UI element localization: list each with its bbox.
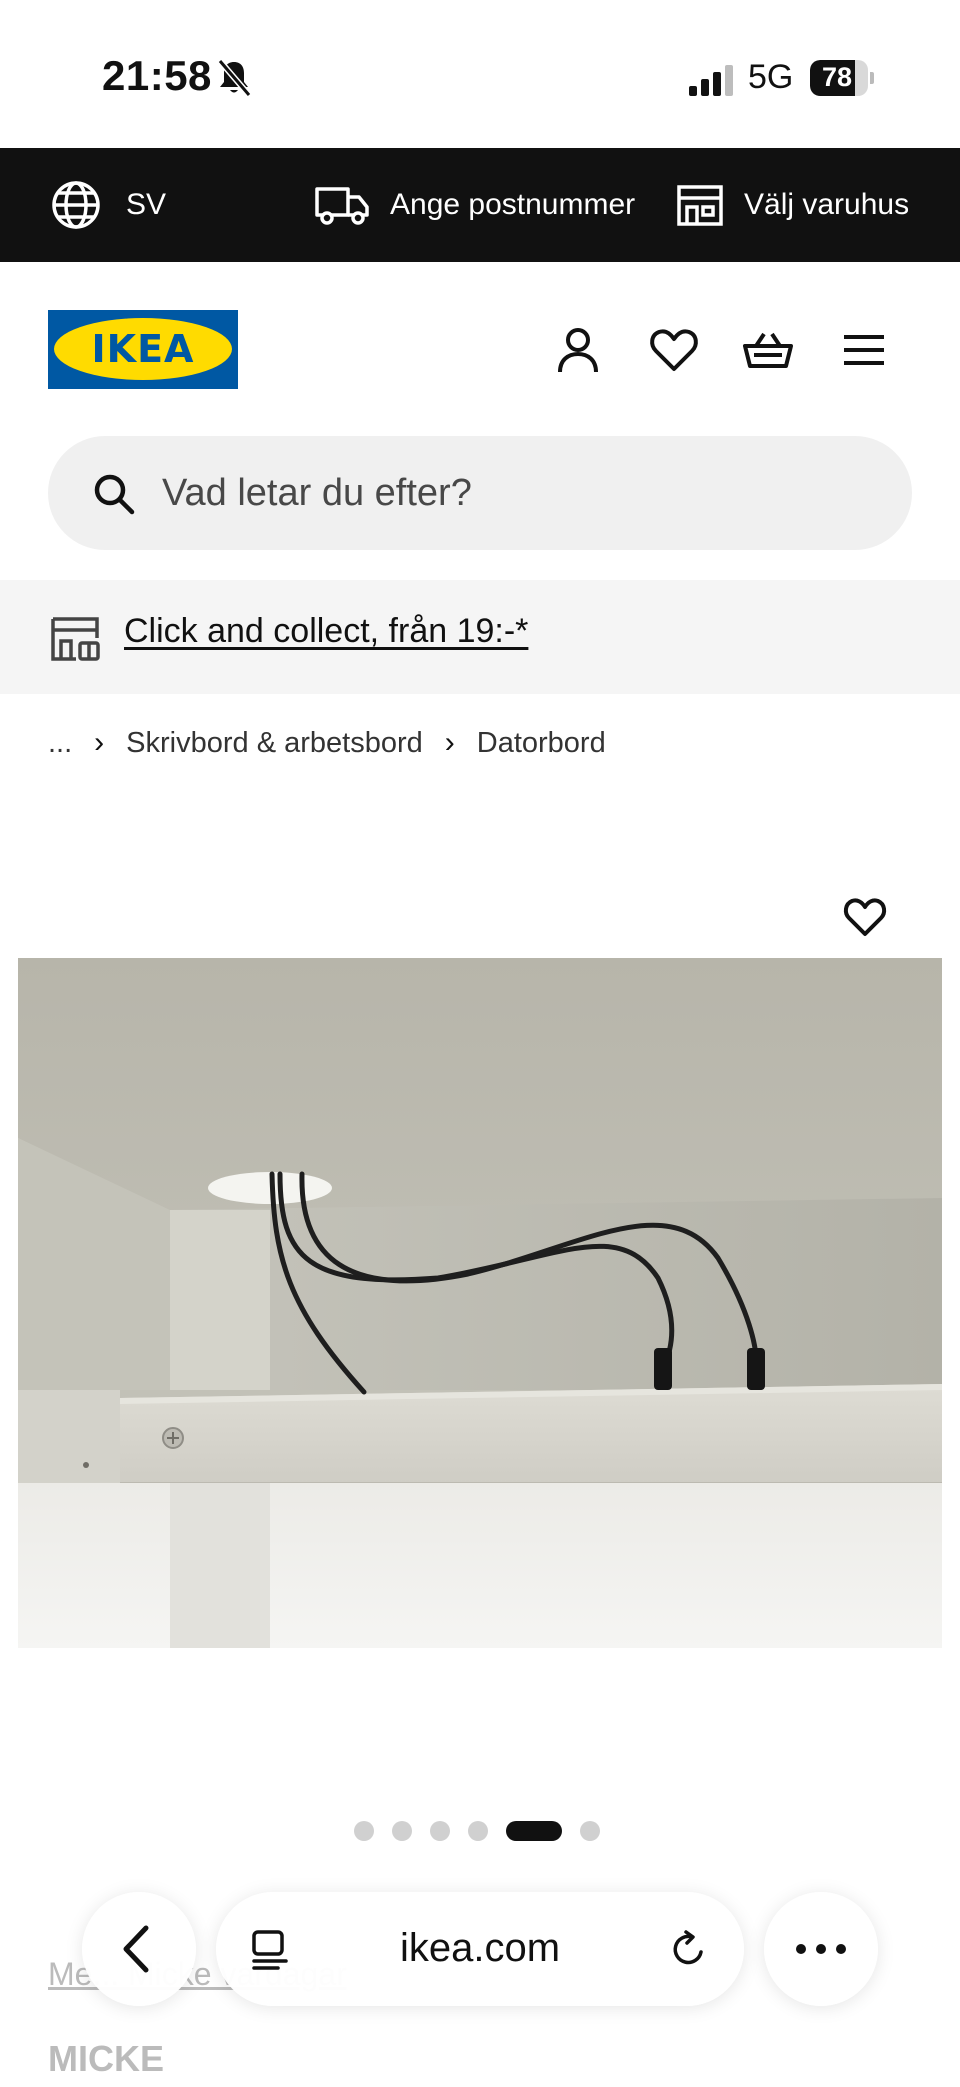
chevron-right-icon: › [444, 726, 455, 759]
menu-icon[interactable] [838, 324, 890, 376]
click-collect-banner: Click and collect, från 19:-* [0, 580, 960, 694]
bell-muted-icon [217, 59, 252, 97]
address-bar[interactable]: ikea.com [216, 1892, 744, 2006]
reload-icon[interactable] [668, 1928, 710, 1970]
breadcrumb-item-computer-desks[interactable]: Datorbord [477, 727, 606, 760]
language-selector[interactable]: SV [50, 148, 166, 262]
network-label: 5G [748, 58, 794, 96]
search-icon [94, 474, 135, 515]
store-icon [677, 185, 723, 226]
battery-level: 78 [821, 62, 853, 92]
battery-icon: 78 [810, 60, 874, 96]
signal-icon [689, 65, 733, 96]
carousel-dot[interactable] [468, 1821, 488, 1841]
product-image[interactable] [18, 958, 942, 1648]
profile-icon[interactable] [552, 324, 604, 376]
carousel-dot[interactable] [392, 1821, 412, 1841]
breadcrumb-ellipsis[interactable]: ... [48, 727, 72, 760]
carousel-dot[interactable] [506, 1821, 562, 1841]
zip-code-button[interactable]: Ange postnummer [314, 148, 635, 262]
search-input[interactable] [162, 436, 862, 550]
heart-icon[interactable] [648, 324, 700, 376]
heart-icon [843, 898, 887, 936]
product-photo [18, 958, 942, 1648]
logo-text: IKEA [91, 327, 195, 371]
store-pickup-icon [51, 617, 100, 661]
product-name: MICKE [48, 2038, 164, 2079]
url-text: ikea.com [399, 1926, 561, 1970]
carousel-dots [354, 1820, 618, 1842]
utility-bar: SV Ange postnummer Välj varuhus [0, 148, 960, 262]
zip-code-label: Ange postnummer [390, 188, 636, 221]
search-bar[interactable] [48, 436, 912, 550]
chevron-right-icon: › [94, 726, 105, 759]
basket-icon[interactable] [742, 324, 794, 376]
ellipsis-icon [796, 1944, 846, 1954]
carousel-dot[interactable] [430, 1821, 450, 1841]
more-options-button[interactable] [764, 1892, 878, 2006]
status-bar: 21:58 5G 78 [0, 0, 960, 148]
language-label: SV [126, 188, 167, 221]
breadcrumb: ... › Skrivbord & arbetsbord › Datorbord [48, 722, 606, 764]
store-selector[interactable]: Välj varuhus [676, 148, 909, 262]
carousel-dot[interactable] [354, 1821, 374, 1841]
ikea-logo[interactable]: IKEA [48, 310, 238, 389]
carousel-dot[interactable] [580, 1821, 600, 1841]
globe-icon [52, 181, 100, 229]
click-collect-link[interactable]: Click and collect, från 19:-* [124, 612, 528, 651]
browser-toolbar: ikea.com [0, 1870, 960, 2030]
status-time: 21:58 [102, 52, 212, 99]
site-header: IKEA [0, 262, 960, 436]
back-button[interactable] [82, 1892, 196, 2006]
store-label: Välj varuhus [744, 188, 910, 221]
chevron-left-icon [123, 1925, 149, 1973]
truck-icon [315, 187, 369, 225]
breadcrumb-item-desks[interactable]: Skrivbord & arbetsbord [126, 727, 423, 760]
